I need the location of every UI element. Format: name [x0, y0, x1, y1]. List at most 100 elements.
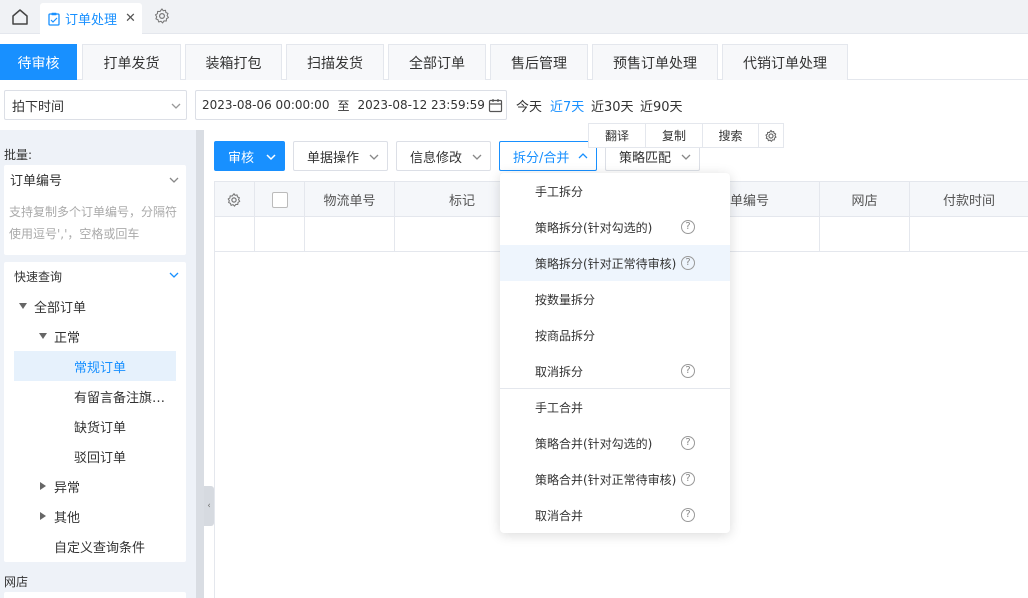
table-cell [305, 217, 395, 251]
quick-query-card: 快速查询 全部订单 正常 常规订单 有留言备注旗… 缺货订单 驳回订单 异常 其… [4, 262, 186, 562]
date-end: 2023-08-12 23:59:59 [357, 98, 485, 112]
caret-right-icon [40, 482, 46, 490]
top-tab-bar: 订单处理 ✕ [0, 0, 1028, 34]
header-pay-time[interactable]: 付款时间 [910, 182, 1028, 217]
help-icon[interactable]: ? [681, 472, 695, 486]
single-ops-label: 单据操作 [307, 150, 360, 166]
batch-label: 批量: [4, 148, 33, 162]
tab-packing[interactable]: 装箱打包 [185, 44, 282, 80]
chevron-up-icon [578, 153, 588, 159]
column-settings-icon[interactable] [214, 182, 255, 217]
menu-item-split-by-qty[interactable]: 按数量拆分 [500, 281, 730, 317]
select-all-cell [255, 182, 305, 217]
info-edit-button[interactable]: 信息修改 [396, 141, 491, 171]
menu-item-manual-merge[interactable]: 手工合并 [500, 389, 730, 425]
menu-item-label: 按商品拆分 [535, 328, 596, 343]
time-type-select[interactable]: 拍下时间 [4, 90, 187, 120]
menu-item-cancel-merge[interactable]: 取消合并? [500, 497, 730, 533]
copy-button[interactable]: 复制 [646, 124, 703, 147]
main-tabs: 待审核 打单发货 装箱打包 扫描发货 全部订单 售后管理 预售订单处理 代销订单… [0, 44, 1028, 80]
menu-item-strategy-split-checked[interactable]: 策略拆分(针对勾选的)? [500, 209, 730, 245]
content-divider [214, 181, 215, 598]
tree-item-rejected[interactable]: 驳回订单 [74, 441, 126, 471]
time-type-value: 拍下时间 [12, 99, 65, 115]
translate-button[interactable]: 翻译 [589, 124, 646, 147]
menu-item-strategy-merge-checked[interactable]: 策略合并(针对勾选的)? [500, 425, 730, 461]
gear-icon[interactable] [153, 7, 173, 27]
menu-item-label: 策略拆分(针对勾选的) [535, 220, 653, 235]
tree-item-with-remarks[interactable]: 有留言备注旗… [74, 381, 165, 411]
tree-item-abnormal[interactable]: 异常 [40, 471, 80, 501]
audit-button[interactable]: 审核 [214, 141, 285, 171]
tab-consignment[interactable]: 代销订单处理 [722, 44, 848, 80]
caret-down-icon [19, 303, 27, 309]
menu-item-cancel-split[interactable]: 取消拆分? [500, 353, 730, 389]
settings-icon[interactable] [759, 124, 783, 147]
split-merge-button[interactable]: 拆分/合并 [499, 141, 597, 171]
menu-item-label: 策略合并(针对正常待审核) [535, 472, 677, 487]
calendar-icon[interactable] [488, 98, 503, 113]
tab-scan-ship[interactable]: 扫描发货 [286, 44, 384, 80]
menu-item-label: 策略拆分(针对正常待审核) [535, 256, 677, 271]
date-range-picker[interactable]: 2023-08-06 00:00:00 至 2023-08-12 23:59:5… [195, 90, 507, 120]
tab-pending-review[interactable]: 待审核 [0, 44, 77, 80]
batch-textarea[interactable]: 支持复制多个订单编号，分隔符 使用逗号','，空格或回车 [9, 201, 177, 245]
tree-label: 异常 [54, 480, 81, 496]
tree-item-regular[interactable]: 常规订单 [14, 351, 176, 381]
help-icon[interactable]: ? [681, 508, 695, 522]
tab-order-processing[interactable]: 订单处理 ✕ [40, 3, 142, 34]
menu-item-strategy-merge-pending[interactable]: 策略合并(针对正常待审核)? [500, 461, 730, 497]
help-icon[interactable]: ? [681, 220, 695, 234]
quick-range-90d[interactable]: 近90天 [640, 96, 683, 115]
collapse-handle[interactable]: ‹ [204, 486, 214, 526]
tree-label: 其他 [54, 510, 81, 526]
quick-range-today[interactable]: 今天 [516, 96, 542, 115]
clipboard-icon [48, 12, 60, 26]
left-panel-scrollbar[interactable] [196, 130, 204, 598]
chevron-down-icon[interactable] [168, 269, 180, 281]
tab-all-orders[interactable]: 全部订单 [388, 44, 486, 80]
tree-item-all-orders[interactable]: 全部订单 [19, 291, 86, 321]
quick-range-30d[interactable]: 近30天 [591, 96, 634, 115]
menu-item-strategy-split-pending[interactable]: 策略拆分(针对正常待审核)? [500, 245, 730, 281]
menu-item-split-by-product[interactable]: 按商品拆分 [500, 317, 730, 353]
table-cell [820, 217, 910, 251]
single-ops-button[interactable]: 单据操作 [293, 141, 388, 171]
help-icon[interactable]: ? [681, 256, 695, 270]
tree-item-custom-query[interactable]: 自定义查询条件 [54, 531, 145, 561]
shop-card [4, 592, 186, 598]
table-cell [255, 217, 305, 251]
strategy-match-label: 策略匹配 [619, 150, 672, 166]
text-selection-toolbar: 翻译 复制 搜索 [588, 123, 784, 148]
close-icon[interactable]: ✕ [125, 11, 136, 26]
tab-after-sales[interactable]: 售后管理 [490, 44, 588, 80]
help-icon[interactable]: ? [681, 364, 695, 378]
tab-presale[interactable]: 预售订单处理 [592, 44, 718, 80]
batch-placeholder-line1: 支持复制多个订单编号，分隔符 [9, 205, 178, 219]
quick-range-7d[interactable]: 近7天 [550, 96, 584, 115]
batch-field-select[interactable]: 订单编号 [4, 165, 186, 193]
menu-item-label: 手工合并 [535, 400, 584, 415]
header-logistics-no[interactable]: 物流单号 [305, 182, 395, 217]
help-icon[interactable]: ? [681, 436, 695, 450]
tree-item-out-of-stock[interactable]: 缺货订单 [74, 411, 126, 441]
caret-right-icon [40, 512, 46, 520]
split-merge-dropdown: 手工拆分 策略拆分(针对勾选的)? 策略拆分(针对正常待审核)? 按数量拆分 按… [500, 173, 730, 533]
tree-item-other[interactable]: 其他 [40, 501, 80, 531]
home-icon[interactable] [6, 3, 34, 31]
search-button[interactable]: 搜索 [703, 124, 759, 147]
batch-input-card: 订单编号 支持复制多个订单编号，分隔符 使用逗号','，空格或回车 [4, 165, 186, 255]
select-all-checkbox[interactable] [271, 191, 288, 208]
menu-item-label: 策略合并(针对勾选的) [535, 436, 653, 451]
menu-item-label: 按数量拆分 [535, 292, 596, 307]
header-shop[interactable]: 网店 [820, 182, 910, 217]
chevron-down-icon [369, 154, 379, 160]
chevron-down-icon [169, 177, 179, 183]
tab-print-ship[interactable]: 打单发货 [82, 44, 181, 80]
menu-item-label: 取消合并 [535, 508, 584, 523]
batch-field-value: 订单编号 [10, 173, 63, 189]
menu-item-manual-split[interactable]: 手工拆分 [500, 173, 730, 209]
menu-item-label: 手工拆分 [535, 184, 584, 199]
tree-item-normal[interactable]: 正常 [39, 321, 80, 351]
table-cell [214, 217, 255, 251]
